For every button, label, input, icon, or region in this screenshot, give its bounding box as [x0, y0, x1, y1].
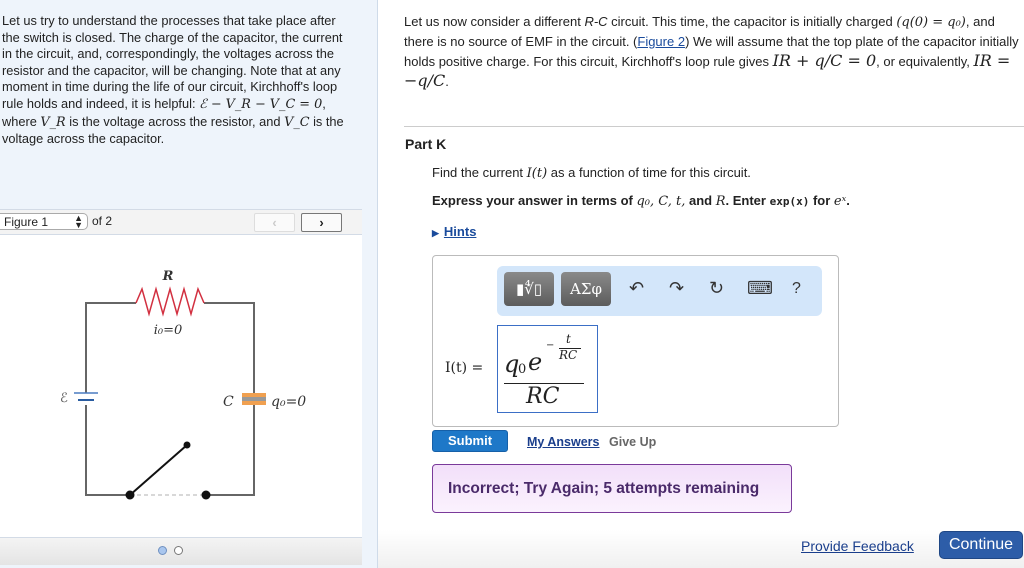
problem-text-2: circuit. This time, the capacitor is ini… — [607, 14, 897, 29]
resistor — [135, 286, 205, 317]
updown-icon: ▲ ▼ — [74, 213, 83, 230]
vr-symbol: V_R — [40, 114, 66, 130]
hints-label: Hints — [443, 224, 477, 239]
answer-instructions: Express your answer in terms of q₀, C, t… — [432, 193, 850, 209]
part-title: Part K — [405, 136, 447, 152]
problem-text-1: Let us now consider a different — [404, 14, 585, 29]
initial-charge-math: (q(0) = q₀) — [896, 15, 966, 30]
figure-2-dot[interactable] — [174, 546, 183, 555]
q2-text-d: for — [809, 193, 834, 208]
figure-count: of 2 — [92, 214, 113, 228]
exponent-numerator: t — [566, 332, 571, 346]
figure-header: Figure 1 ▲ ▼ of 2 ‹ › — [0, 209, 362, 235]
my-answers-link[interactable]: My Answers — [527, 435, 599, 449]
figure-footer — [0, 537, 362, 565]
charge-label: q₀=0 — [271, 394, 306, 410]
exp-code: exp(x) — [769, 195, 810, 208]
problem-text: Let us now consider a different R-C circ… — [404, 12, 1019, 91]
numerator-subscript: 0 — [518, 362, 527, 377]
answer-input[interactable]: q 0 e − t RC RC — [497, 325, 598, 413]
q2-text-a: Express your answer in terms of — [432, 193, 637, 208]
capacitor-plate-bottom — [242, 401, 266, 405]
help-icon[interactable]: ? — [792, 280, 801, 298]
circuit-diagram: R i₀=0 ℰ C q₀=0 — [60, 269, 306, 500]
q2-text-c: . Enter — [725, 193, 770, 208]
prev-figure-button[interactable]: ‹ — [254, 213, 295, 232]
kirchhoff-equation: ℰ − V_R − V_C = 0 — [199, 96, 323, 112]
answer-label: I(t) = — [445, 360, 483, 376]
question-text: Find the current I(t) as a function of t… — [432, 165, 751, 181]
rc-text: R-C — [584, 14, 608, 29]
templates-button[interactable]: ▮∜▯ — [504, 272, 554, 306]
math-toolbar: ▮∜▯ ΑΣφ ↶ ↷ ↻ ⌨ ? — [497, 266, 822, 316]
figure-2-link[interactable]: Figure 2 — [637, 34, 685, 49]
continue-button[interactable]: Continue — [939, 531, 1023, 559]
circuit-figure: R i₀=0 ℰ C q₀=0 — [0, 235, 362, 537]
redo-icon[interactable]: ↷ — [669, 278, 684, 299]
emf-label: ℰ — [60, 391, 68, 406]
greek-symbols-button[interactable]: ΑΣφ — [561, 272, 611, 306]
intro-text: Let us try to understand the processes t… — [2, 13, 352, 148]
footer-bar — [378, 530, 1024, 568]
q2-math-3: eˣ — [833, 194, 847, 209]
loop-rule-math: IR + q/C = 0 — [772, 51, 877, 70]
feedback-message: Incorrect; Try Again; 5 attempts remaini… — [432, 464, 792, 513]
undo-icon[interactable]: ↶ — [629, 278, 644, 299]
keyboard-icon[interactable]: ⌨ — [747, 278, 773, 299]
hints-toggle[interactable]: ▶ Hints — [432, 224, 476, 239]
q2-math: q₀, C, t, — [636, 194, 686, 209]
figure-select[interactable]: Figure 1 ▲ ▼ — [0, 213, 88, 230]
submit-button[interactable]: Submit — [432, 430, 508, 452]
give-up-link[interactable]: Give Up — [609, 435, 656, 449]
figure-select-value: Figure 1 — [4, 215, 49, 229]
reset-icon[interactable]: ↻ — [709, 278, 724, 299]
problem-text-5: , or equivalently, — [876, 54, 974, 69]
capacitor-plate-top — [242, 393, 266, 397]
triangle-right-icon: ▶ — [432, 228, 439, 238]
numerator-e: e — [528, 348, 543, 376]
divider — [404, 126, 1024, 127]
q2-text-b: and — [685, 193, 716, 208]
exponent-denominator: RC — [559, 348, 578, 362]
minus-sign: − — [546, 340, 555, 351]
figure-1-dot[interactable] — [158, 546, 167, 555]
capacitor-label: C — [223, 394, 234, 410]
denominator: RC — [526, 384, 560, 409]
next-figure-button[interactable]: › — [301, 213, 342, 232]
intro-text-3: is the voltage across the resistor, and — [65, 113, 285, 129]
q1-math: I(t) — [526, 166, 548, 181]
problem-text-6: . — [445, 74, 449, 89]
answer-label-text: I(t) = — [445, 360, 484, 376]
vc-symbol: V_C — [284, 114, 310, 130]
resistor-label: R — [162, 269, 174, 284]
q1-text-a: Find the current — [432, 165, 527, 180]
current-label: i₀=0 — [154, 323, 183, 338]
figure-panel: Let us try to understand the processes t… — [0, 0, 378, 568]
provide-feedback-link[interactable]: Provide Feedback — [801, 538, 914, 554]
q2-text-e: . — [846, 193, 850, 208]
switch-arm — [129, 444, 188, 496]
q2-math-2: R — [715, 194, 726, 209]
q1-text-b: as a function of time for this circuit. — [547, 165, 751, 180]
